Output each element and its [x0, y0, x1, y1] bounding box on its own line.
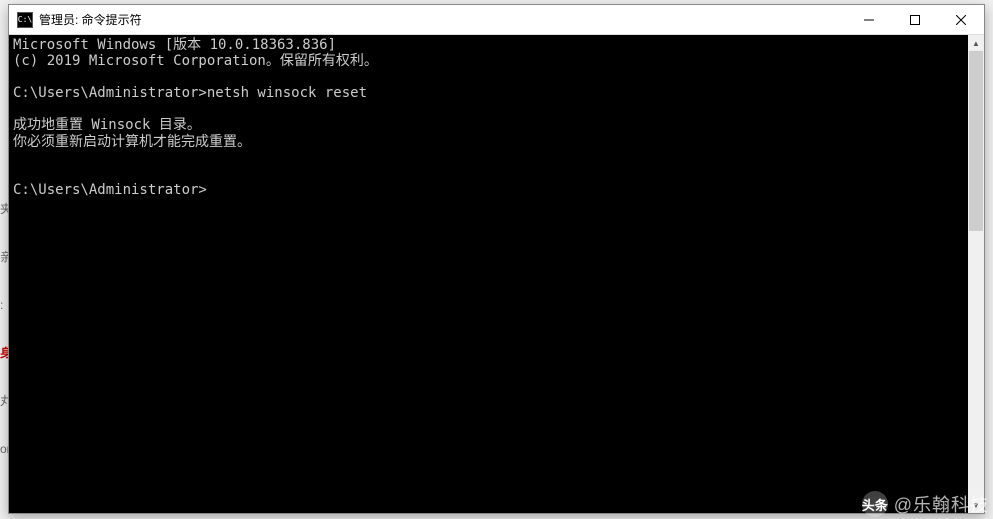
terminal-body: Microsoft Windows [版本 10.0.18363.836] (c… — [9, 35, 984, 513]
maximize-icon — [910, 15, 920, 25]
line: 成功地重置 Winsock 目录。 — [13, 117, 201, 133]
window-controls — [846, 5, 984, 34]
line: C:\Users\Administrator>netsh winsock res… — [13, 85, 367, 101]
cmd-icon: C:\ — [17, 12, 33, 28]
close-icon — [956, 15, 966, 25]
window-title: 管理员: 命令提示符 — [39, 11, 846, 28]
watermark: 头条 @乐翰科技 — [862, 491, 989, 517]
line: (c) 2019 Microsoft Corporation。保留所有权利。 — [13, 53, 378, 69]
watermark-text: @乐翰科技 — [894, 491, 989, 517]
maximize-button[interactable] — [892, 5, 938, 34]
vertical-scrollbar[interactable]: ▲ ▼ — [968, 35, 984, 513]
line: Microsoft Windows [版本 10.0.18363.836] — [13, 37, 336, 53]
close-button[interactable] — [938, 5, 984, 34]
cursor — [207, 184, 215, 198]
scroll-up-icon[interactable]: ▲ — [968, 35, 984, 51]
minimize-icon — [864, 15, 874, 25]
line: 你必须重新启动计算机才能完成重置。 — [13, 134, 251, 150]
terminal-output[interactable]: Microsoft Windows [版本 10.0.18363.836] (c… — [9, 35, 968, 513]
toutiao-icon: 头条 — [862, 491, 888, 517]
prompt-line: C:\Users\Administrator> — [13, 182, 207, 198]
titlebar[interactable]: C:\ 管理员: 命令提示符 — [9, 5, 984, 35]
minimize-button[interactable] — [846, 5, 892, 34]
scroll-thumb[interactable] — [969, 51, 983, 231]
cmd-window: C:\ 管理员: 命令提示符 Microsoft Windows [版本 10.… — [8, 4, 985, 514]
